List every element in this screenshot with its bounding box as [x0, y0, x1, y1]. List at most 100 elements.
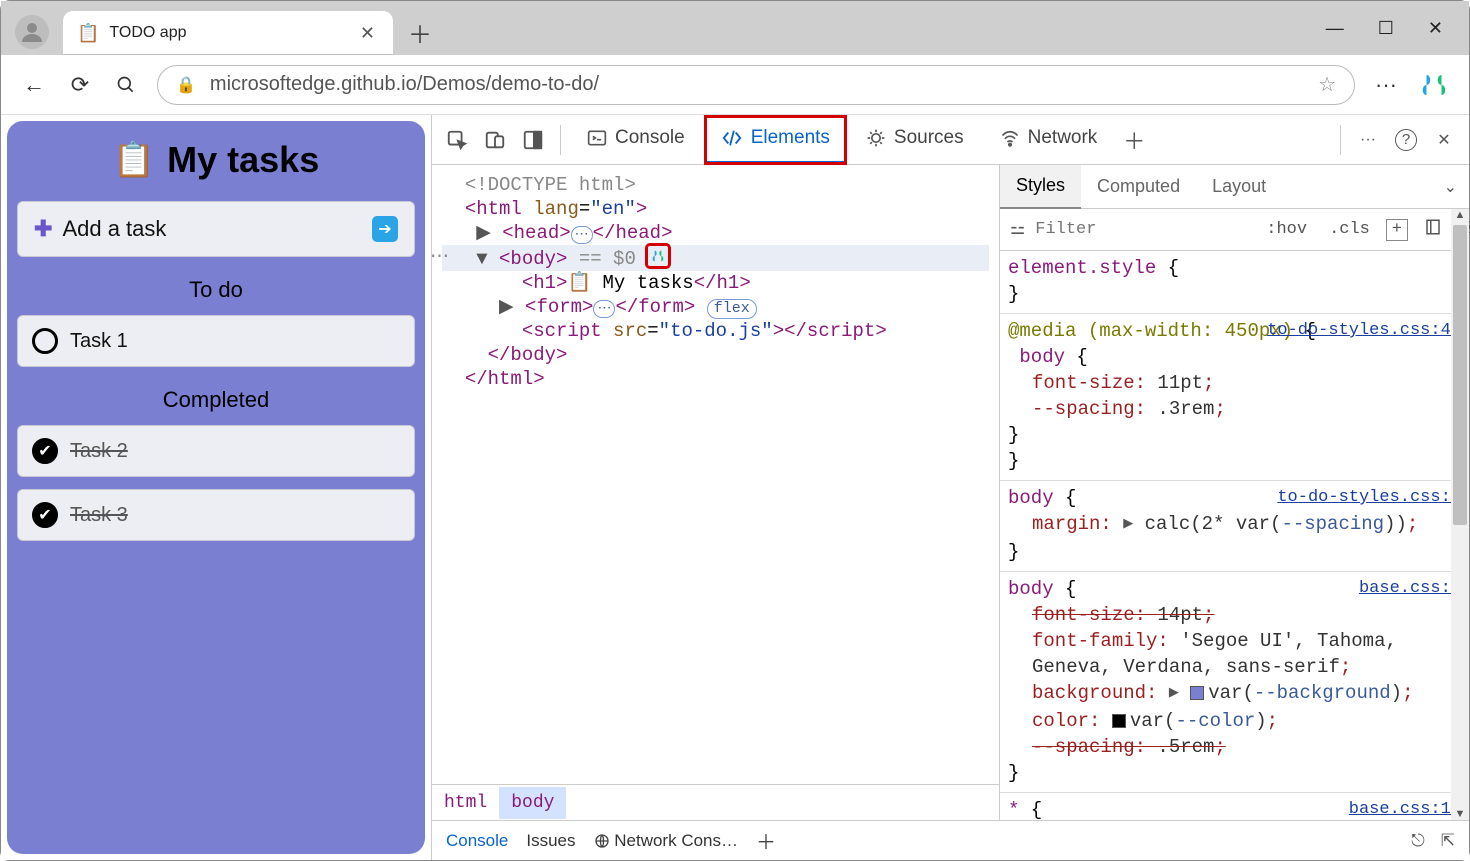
rule-source-link[interactable]: base.css:15: [1349, 797, 1461, 820]
dom-node[interactable]: <script: [522, 320, 613, 342]
styles-tab-styles[interactable]: Styles: [1000, 165, 1081, 209]
window-close-icon[interactable]: ✕: [1428, 18, 1443, 39]
checkbox-checked-icon[interactable]: ✔: [32, 502, 58, 528]
drawer-add-tab-button[interactable]: ＋: [756, 826, 776, 855]
ellipsis-icon[interactable]: ⋯: [571, 226, 593, 244]
dom-node-selected[interactable]: <body>: [499, 248, 567, 270]
back-button[interactable]: ←: [19, 70, 49, 100]
scroll-up-icon[interactable]: ▲: [1453, 209, 1467, 221]
css-rule[interactable]: to-do-styles.css:40@media (max-width: 45…: [1000, 314, 1469, 481]
task-label: Task 2: [70, 440, 128, 463]
task-item[interactable]: ✔ Task 3: [17, 489, 415, 541]
hov-toggle[interactable]: :hov: [1260, 220, 1313, 239]
url-text: microsoftedge.github.io/Demos/demo-to-do…: [210, 73, 1304, 96]
dom-node[interactable]: <h1>: [522, 272, 568, 294]
devtools: Console Elements Sources Network ＋ ··· ?: [431, 115, 1469, 860]
drawer-tab-console[interactable]: Console: [446, 831, 508, 851]
scroll-down-icon[interactable]: ▼: [1453, 808, 1467, 820]
breadcrumb-item[interactable]: body: [499, 787, 566, 819]
help-icon[interactable]: ?: [1389, 123, 1423, 157]
scroll-thumb[interactable]: [1453, 225, 1467, 525]
gutter-actions-icon[interactable]: ⋯: [432, 245, 449, 269]
css-rules-list[interactable]: element.style {}to-do-styles.css:40@medi…: [1000, 251, 1469, 820]
css-declaration[interactable]: background: ▶ var(--background);: [1008, 680, 1461, 708]
window-maximize-icon[interactable]: ☐: [1378, 18, 1394, 39]
expand-arrow-icon[interactable]: ▶: [499, 296, 514, 318]
devtools-close-icon[interactable]: ✕: [1427, 123, 1461, 157]
new-style-rule-button[interactable]: +: [1386, 219, 1408, 241]
css-rule[interactable]: element.style {}: [1000, 251, 1469, 314]
css-rule[interactable]: base.css:1body {font-size: 14pt;font-fam…: [1000, 572, 1469, 793]
copilot-button[interactable]: [1417, 68, 1451, 102]
task-item[interactable]: Task 1: [17, 315, 415, 367]
scrollbar[interactable]: ▲ ▼: [1451, 209, 1469, 820]
profile-avatar[interactable]: [15, 15, 49, 49]
ellipsis-icon[interactable]: ⋯: [593, 300, 615, 318]
devtools-more-icon[interactable]: ···: [1351, 123, 1385, 157]
browser-tab[interactable]: 📋 TODO app ✕: [63, 11, 393, 55]
css-declaration[interactable]: font-size: 14pt;: [1008, 602, 1461, 628]
copilot-inline-icon[interactable]: [647, 245, 669, 267]
tab-elements[interactable]: Elements: [705, 116, 846, 164]
tab-console[interactable]: Console: [571, 116, 701, 164]
drawer-link-icon[interactable]: ⎋: [1411, 831, 1424, 851]
dom-node[interactable]: <form>: [525, 296, 593, 318]
dom-node[interactable]: <html: [465, 198, 533, 220]
devtools-drawer: Console Issues Network Cons… ＋ ⎋ ⇱: [432, 820, 1469, 860]
checkbox-unchecked-icon[interactable]: [32, 328, 58, 354]
drawer-export-icon[interactable]: ⇱: [1441, 831, 1455, 851]
css-declaration[interactable]: font-size: 11pt;: [1008, 370, 1461, 396]
drawer-tab-issues[interactable]: Issues: [526, 831, 575, 851]
section-todo-heading: To do: [17, 277, 415, 303]
refresh-button[interactable]: ⟳: [65, 70, 95, 100]
styles-tab-computed[interactable]: Computed: [1081, 165, 1196, 209]
search-button[interactable]: [111, 70, 141, 100]
rendered-page: 📋 My tasks ✚ Add a task ➔ To do Task 1 C…: [1, 115, 431, 860]
rule-source-link[interactable]: to-do-styles.css:40: [1267, 318, 1461, 344]
clipboard-icon: 📋: [113, 140, 155, 180]
device-toggle-icon[interactable]: [478, 123, 512, 157]
breadcrumb-item[interactable]: html: [432, 787, 499, 819]
task-item[interactable]: ✔ Task 2: [17, 425, 415, 477]
dom-doctype: <!DOCTYPE html>: [465, 174, 636, 196]
css-declaration[interactable]: --spacing: .5rem;: [1008, 734, 1461, 760]
address-bar[interactable]: 🔒 microsoftedge.github.io/Demos/demo-to-…: [157, 65, 1355, 105]
styles-tab-layout[interactable]: Layout: [1196, 165, 1282, 209]
window-minimize-icon[interactable]: —: [1326, 18, 1344, 39]
collapse-arrow-icon[interactable]: ▼: [476, 248, 487, 270]
tab-network[interactable]: Network: [984, 116, 1114, 164]
cls-toggle[interactable]: .cls: [1323, 220, 1376, 239]
styles-filter-row: ⚍ :hov .cls +: [1000, 209, 1469, 251]
css-declaration[interactable]: font-family: 'Segoe UI', Tahoma, Geneva,…: [1008, 628, 1461, 680]
tab-close-icon[interactable]: ✕: [356, 19, 379, 48]
checkbox-checked-icon[interactable]: ✔: [32, 438, 58, 464]
drawer-tab-network-conditions[interactable]: Network Cons…: [594, 831, 739, 851]
more-tabs-button[interactable]: ＋: [1117, 123, 1151, 157]
more-menu-button[interactable]: ···: [1371, 70, 1401, 100]
css-rule[interactable]: base.css:15* {}: [1000, 793, 1469, 820]
dom-tree[interactable]: <!DOCTYPE html> <html lang="en"> ▶ <head…: [432, 165, 999, 784]
computed-styles-icon[interactable]: [1418, 218, 1448, 242]
flex-badge[interactable]: flex: [707, 299, 757, 319]
styles-filter-input[interactable]: [1035, 220, 1250, 239]
inspect-element-icon[interactable]: [440, 123, 474, 157]
favorite-icon[interactable]: ☆: [1318, 72, 1336, 97]
dom-node[interactable]: <head>: [502, 222, 570, 244]
css-declaration[interactable]: color: var(--color);: [1008, 708, 1461, 734]
new-tab-button[interactable]: ＋: [399, 11, 441, 53]
tab-sources[interactable]: Sources: [850, 116, 980, 164]
chevron-down-icon[interactable]: ⌄: [1432, 177, 1469, 197]
tab-label: Network: [1028, 127, 1098, 149]
dock-side-icon[interactable]: [516, 123, 550, 157]
expand-arrow-icon[interactable]: ▶: [476, 222, 491, 244]
rule-source-link[interactable]: base.css:1: [1359, 576, 1461, 602]
tab-label: Console: [615, 127, 685, 149]
selected-hint: == $0: [567, 248, 635, 270]
add-task-input[interactable]: ✚ Add a task ➔: [17, 201, 415, 257]
css-declaration[interactable]: --spacing: .3rem;: [1008, 396, 1461, 422]
css-rule[interactable]: to-do-styles.css:1body {margin: ▶ calc(2…: [1000, 481, 1469, 572]
rule-source-link[interactable]: to-do-styles.css:1: [1277, 485, 1461, 511]
dom-breadcrumb[interactable]: html body: [432, 784, 999, 820]
css-declaration[interactable]: margin: ▶ calc(2* var(--spacing));: [1008, 511, 1461, 539]
submit-icon[interactable]: ➔: [372, 216, 398, 242]
